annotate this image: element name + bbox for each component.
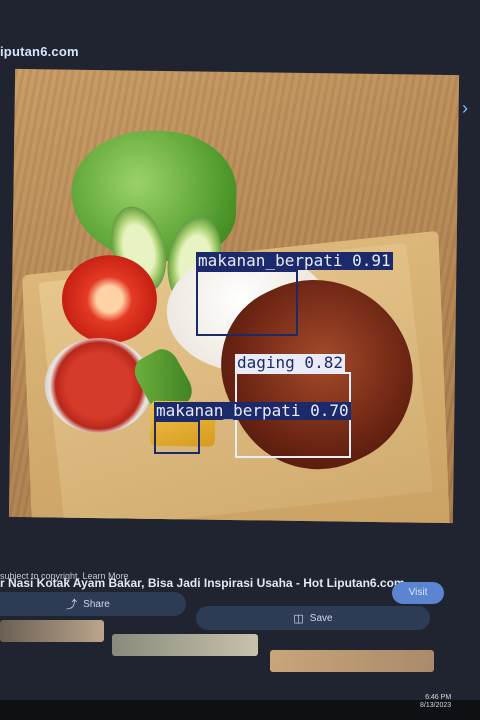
copyright-note: subject to copyright. Learn More (0, 571, 129, 581)
browser-screen: iputan6.com ‹ › makanan_berpati 0.91 dag… (0, 0, 480, 700)
related-thumbnail[interactable] (0, 620, 104, 642)
visit-button[interactable]: Visit (392, 582, 444, 604)
share-button[interactable]: ⤴ Share (0, 592, 186, 616)
related-thumbnail[interactable] (112, 634, 258, 656)
taskbar-clock: 6:46 PM 8/13/2023 (420, 694, 451, 710)
detection-label-rice: makanan_berpati 0.91 (196, 251, 393, 270)
bookmark-icon: ◫ (293, 612, 304, 625)
chevron-right-icon[interactable]: › (462, 98, 468, 119)
related-thumbnail[interactable] (270, 650, 434, 672)
detection-label-tempe: makanan_berpati 0.70 (154, 401, 351, 420)
save-button[interactable]: ◫ Save (196, 606, 430, 630)
clock-date: 8/13/2023 (420, 702, 452, 709)
share-label: Share (83, 598, 110, 610)
detection-box-rice (196, 270, 298, 336)
detection-box-tempe (154, 420, 200, 454)
site-name: iputan6.com (0, 44, 79, 59)
clock-time: 6:46 PM (425, 694, 452, 701)
save-label: Save (309, 612, 333, 624)
share-icon: ⤴ (66, 599, 78, 611)
detection-label-chicken: daging 0.82 (235, 353, 345, 372)
